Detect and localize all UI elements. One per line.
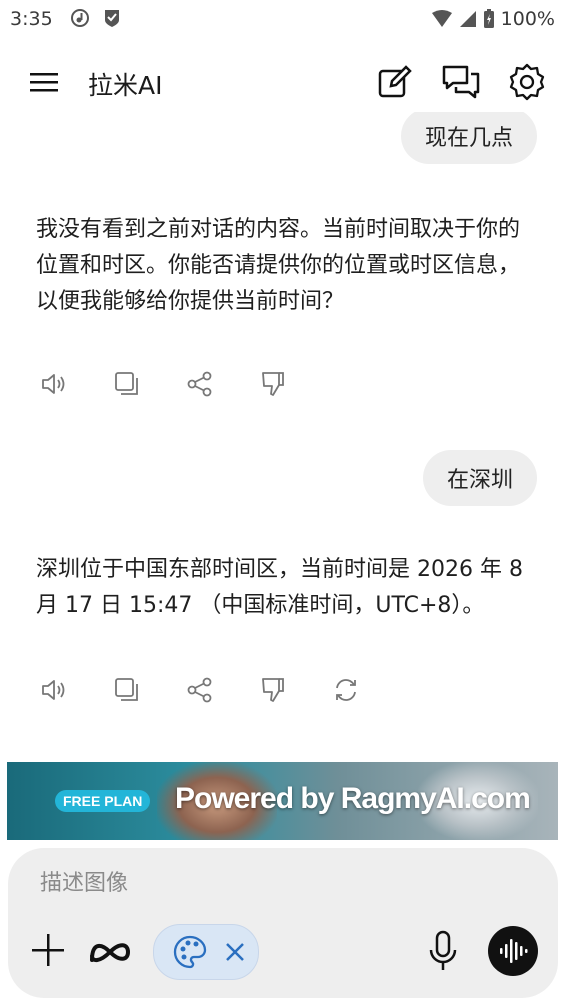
plus-icon[interactable] <box>28 930 68 970</box>
battery-level: 100% <box>500 8 555 30</box>
speaker-icon[interactable] <box>40 676 68 704</box>
speaker-icon[interactable] <box>40 370 68 398</box>
new-chat-button[interactable] <box>375 62 415 102</box>
chats-icon <box>442 65 480 99</box>
regenerate-icon[interactable] <box>332 676 360 704</box>
battery-icon <box>483 9 494 28</box>
prompt-input[interactable] <box>38 870 522 897</box>
thumbs-down-icon[interactable] <box>259 370 287 398</box>
promo-banner[interactable]: FREE PLAN Powered by RagmyAI.com <box>7 762 558 840</box>
image-style-chip[interactable] <box>153 924 259 980</box>
ai-message: 深圳位于中国东部时间区，当前时间是 2026 年 8 月 17 日 15:47 … <box>36 557 523 618</box>
status-bar: 3:35 100% <box>0 0 565 40</box>
composer <box>8 848 558 998</box>
message-actions <box>40 676 360 704</box>
ai-message: 我没有看到之前对话的内容。当前时间取决于你的位置和时区。你能否请提供你的位置或时… <box>36 217 521 314</box>
chat-thread[interactable]: 现在几点 我没有看到之前对话的内容。当前时间取决于你的位置和时区。你能否请提供你… <box>0 112 565 762</box>
user-message-bubble: 现在几点 <box>400 112 537 164</box>
menu-icon[interactable] <box>28 66 60 98</box>
palette-icon[interactable] <box>172 934 208 970</box>
share-icon[interactable] <box>186 370 214 398</box>
status-time: 3:35 <box>10 8 53 30</box>
banner-text: Powered by RagmyAI.com <box>175 782 531 815</box>
wifi-icon <box>431 10 452 27</box>
settings-button[interactable] <box>507 62 547 102</box>
message-actions <box>40 370 287 398</box>
user-message-bubble: 在深圳 <box>422 450 537 506</box>
signal-icon <box>459 11 476 27</box>
mic-icon[interactable] <box>426 930 460 972</box>
copy-icon[interactable] <box>113 370 141 398</box>
settings-icon <box>509 63 545 101</box>
meta-icon[interactable] <box>88 934 132 970</box>
thumbs-down-icon[interactable] <box>259 676 287 704</box>
share-icon[interactable] <box>186 676 214 704</box>
shield-check-icon <box>105 10 119 27</box>
free-plan-badge: FREE PLAN <box>55 790 151 812</box>
close-icon[interactable] <box>224 941 246 963</box>
chats-button[interactable] <box>441 62 481 102</box>
edit-icon <box>378 65 412 98</box>
voice-icon <box>500 939 528 963</box>
music-notification-icon <box>71 9 89 27</box>
app-title: 拉米AI <box>88 71 163 100</box>
voice-mode-button[interactable] <box>488 926 538 976</box>
app-bar: 拉米AI <box>0 52 565 112</box>
copy-icon[interactable] <box>113 676 141 704</box>
